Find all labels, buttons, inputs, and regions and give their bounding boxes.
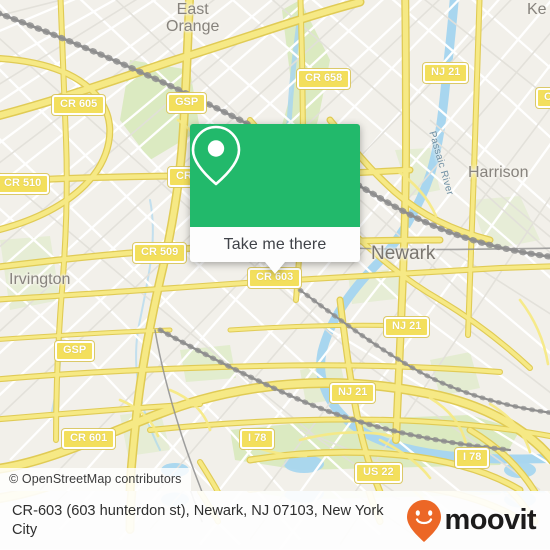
screenshot-root: East Orange Ke Harrison Newark Irvington … <box>0 0 550 550</box>
highway-shield-cr-601[interactable]: CR 601 <box>62 429 116 449</box>
moovit-smiley-pin-icon <box>406 499 441 542</box>
moovit-logo[interactable]: moovit <box>406 499 537 543</box>
highway-shield-gsp-south[interactable]: GSP <box>55 341 95 361</box>
location-popup[interactable]: Take me there <box>190 124 360 274</box>
highway-shield-us-22[interactable]: US 22 <box>355 463 402 483</box>
bottom-bar: CR-603 (603 hunterdon st), Newark, NJ 07… <box>0 491 550 550</box>
popup-header <box>190 124 360 227</box>
popup-pointer <box>265 262 285 274</box>
highway-shield-cr-509[interactable]: CR 509 <box>133 243 187 263</box>
highway-shield-cr-605[interactable]: CR 605 <box>52 95 106 115</box>
highway-shield-i-78-west[interactable]: I 78 <box>240 429 275 449</box>
highway-shield-nj-21-south[interactable]: NJ 21 <box>330 383 376 403</box>
highway-shield-cr-510[interactable]: CR 510 <box>0 174 50 194</box>
highway-shield-cr-658[interactable]: CR 658 <box>297 69 351 89</box>
map-canvas[interactable]: East Orange Ke Harrison Newark Irvington … <box>0 0 550 491</box>
highway-shield-i-78-east[interactable]: I 78 <box>455 448 490 468</box>
moovit-wordmark: moovit <box>444 504 537 536</box>
take-me-there-button[interactable]: Take me there <box>190 227 360 262</box>
highway-shield-cr-partial-right[interactable]: C <box>536 88 550 108</box>
highway-shield-nj-21-mid[interactable]: NJ 21 <box>384 317 430 337</box>
take-me-there-label: Take me there <box>223 235 327 253</box>
highway-shield-nj-21-north[interactable]: NJ 21 <box>423 63 469 83</box>
map-attribution[interactable]: © OpenStreetMap contributors <box>0 468 191 491</box>
map-pin-icon <box>191 125 241 186</box>
highway-shield-gsp-north[interactable]: GSP <box>167 93 207 113</box>
location-caption: CR-603 (603 hunterdon st), Newark, NJ 07… <box>12 502 384 538</box>
